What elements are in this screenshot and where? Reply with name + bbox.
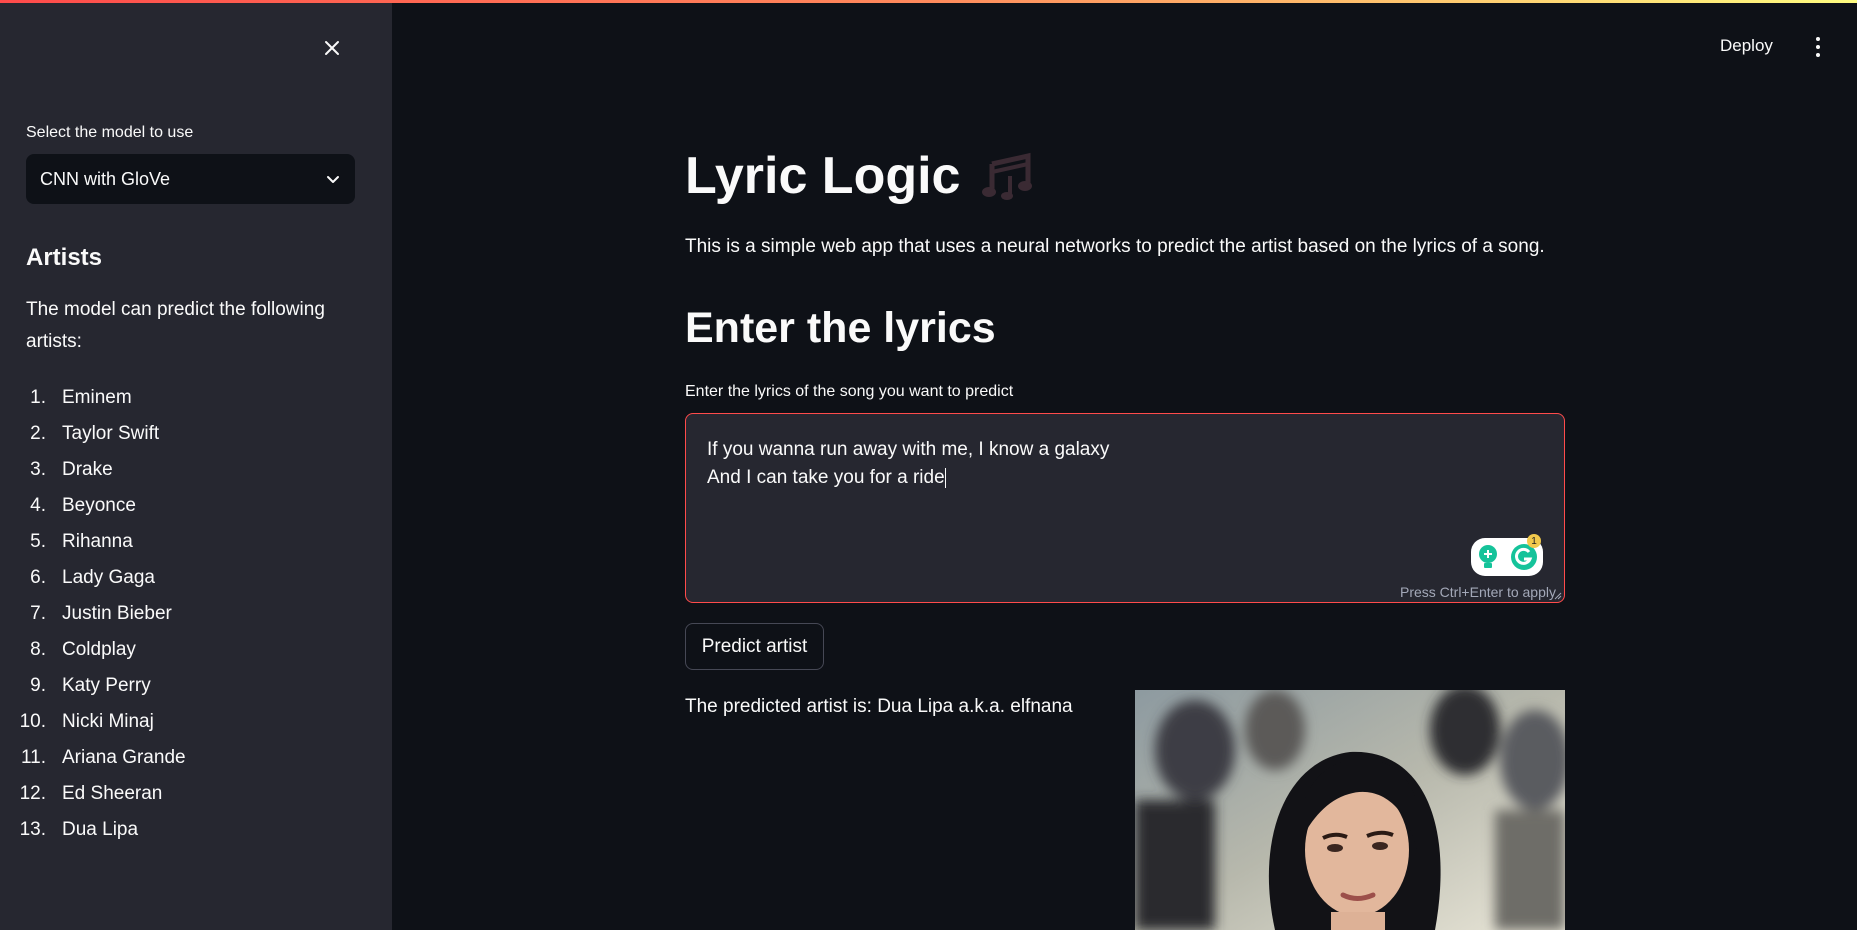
- submit-hint: Press Ctrl+Enter to apply: [1399, 584, 1556, 600]
- list-item: 4. Beyonce: [0, 488, 186, 524]
- list-item: 6. Lady Gaga: [0, 560, 186, 596]
- lyrics-heading: Enter the lyrics: [685, 304, 996, 352]
- lyrics-textarea-content[interactable]: If you wanna run away with me, I know a …: [707, 436, 1109, 492]
- list-item: 12. Ed Sheeran: [0, 776, 186, 812]
- list-item-label: Dua Lipa: [62, 819, 139, 840]
- list-item-label: Coldplay: [62, 639, 136, 660]
- close-icon: [325, 41, 339, 55]
- list-item-number: 7.: [30, 603, 46, 624]
- more-vertical-icon: [1816, 53, 1820, 57]
- list-item: 9. Katy Perry: [0, 668, 186, 704]
- list-item-number: 5.: [30, 531, 46, 552]
- list-item-number: 9.: [30, 675, 46, 696]
- model-select-label: Select the model to use: [26, 124, 194, 141]
- prediction-result: The predicted artist is: Dua Lipa a.k.a.…: [685, 696, 1073, 717]
- lightbulb-icon: [1478, 545, 1497, 568]
- grammarly-widget[interactable]: 1: [1471, 534, 1543, 576]
- list-item-number: 6.: [30, 567, 46, 588]
- list-item-label: Katy Perry: [62, 675, 151, 696]
- list-item-label: Drake: [62, 459, 113, 480]
- list-item: 1. Eminem: [0, 380, 186, 416]
- list-item-number: 8.: [30, 639, 46, 660]
- deploy-button[interactable]: Deploy: [1720, 36, 1773, 56]
- list-item: 3. Drake: [0, 452, 186, 488]
- lyrics-line: And I can take you for a ride: [707, 467, 945, 488]
- lyrics-input-label: Enter the lyrics of the song you want to…: [685, 383, 1014, 400]
- page-title-text: Lyric Logic: [685, 147, 961, 205]
- list-item: 8. Coldplay: [0, 632, 186, 668]
- list-item-label: Ariana Grande: [62, 747, 186, 768]
- page-title: Lyric Logic: [685, 146, 1038, 206]
- list-item-label: Taylor Swift: [62, 423, 160, 444]
- top-accent-bar: [0, 0, 1857, 3]
- text-caret: [944, 467, 946, 488]
- list-item-label: Rihanna: [62, 531, 133, 552]
- list-item: 7. Justin Bieber: [0, 596, 186, 632]
- main-menu-button[interactable]: [1808, 34, 1828, 60]
- list-item-label: Beyonce: [62, 495, 136, 516]
- list-item-number: 4.: [30, 495, 46, 516]
- list-item: 13. Dua Lipa: [0, 812, 186, 848]
- list-item: 2. Taylor Swift: [0, 416, 186, 452]
- artists-description: The model can predict the following arti…: [26, 299, 325, 352]
- list-item: 5. Rihanna: [0, 524, 186, 560]
- more-vertical-icon: [1816, 37, 1820, 41]
- list-item-label: Justin Bieber: [62, 603, 172, 624]
- list-item-number: 13.: [19, 819, 46, 840]
- chevron-down-icon: [327, 176, 339, 183]
- lyrics-textarea[interactable]: If you wanna run away with me, I know a …: [685, 413, 1565, 603]
- model-select-value: CNN with GloVe: [40, 168, 171, 189]
- sidebar: Select the model to use CNN with GloVe A…: [0, 0, 392, 930]
- artists-heading: Artists: [26, 244, 103, 271]
- model-select[interactable]: CNN with GloVe: [26, 154, 355, 204]
- list-item-number: 1.: [30, 387, 46, 408]
- list-item-label: Eminem: [62, 387, 132, 408]
- music-notes-icon: [982, 152, 1038, 200]
- list-item-label: Nicki Minaj: [62, 711, 154, 732]
- list-item-number: 10.: [19, 711, 46, 732]
- list-item: 10. Nicki Minaj: [0, 704, 186, 740]
- list-item-number: 2.: [30, 423, 46, 444]
- list-item-number: 11.: [20, 747, 46, 768]
- predict-artist-button[interactable]: Predict artist: [685, 623, 824, 670]
- list-item-number: 3.: [30, 459, 46, 480]
- more-vertical-icon: [1816, 45, 1820, 49]
- resize-handle-icon[interactable]: [1554, 592, 1562, 600]
- list-item-label: Ed Sheeran: [62, 783, 163, 804]
- close-sidebar-button[interactable]: [318, 34, 346, 62]
- list-item: 11. Ariana Grande: [0, 740, 186, 776]
- lyrics-line: If you wanna run away with me, I know a …: [707, 439, 1110, 460]
- intro-text: This is a simple web app that uses a neu…: [685, 236, 1545, 257]
- artist-list: 1. Eminem 2. Taylor Swift 3. Drake 4. Beyonc…: [0, 380, 186, 848]
- list-item-label: Lady Gaga: [62, 567, 155, 588]
- list-item-number: 12.: [19, 783, 46, 804]
- grammarly-badge: 1: [1527, 534, 1541, 548]
- artist-photo: [1135, 690, 1565, 930]
